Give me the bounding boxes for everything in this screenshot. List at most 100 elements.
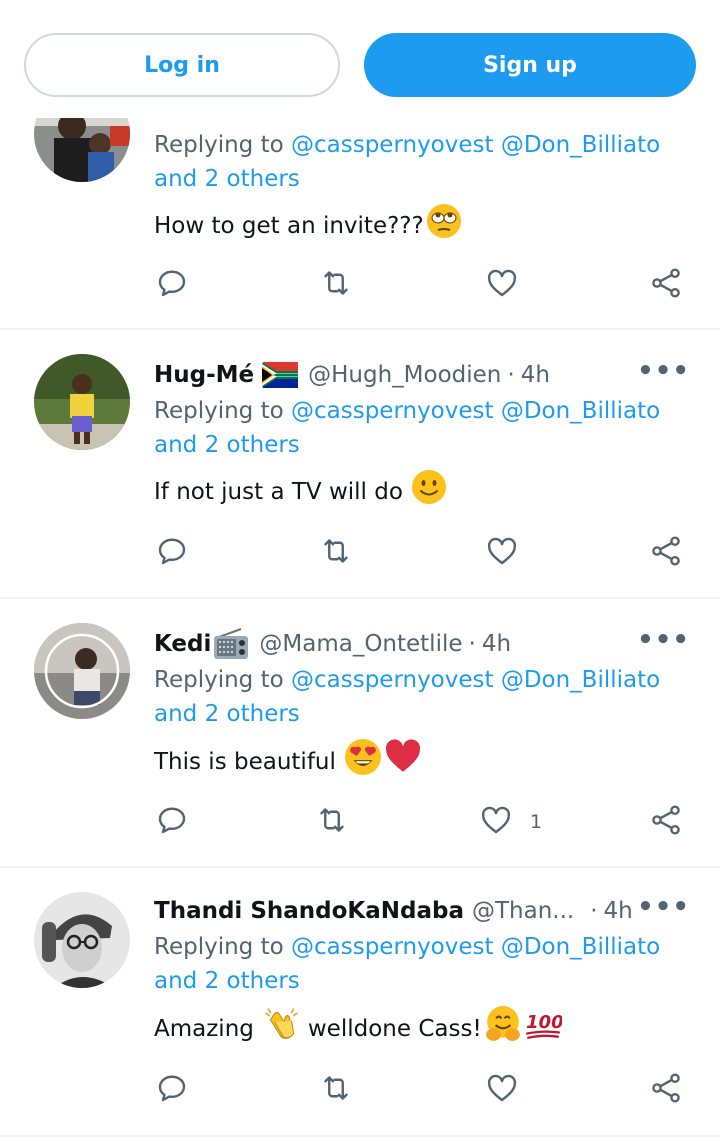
reply-others-link[interactable]: and 2 others bbox=[154, 968, 300, 994]
avatar[interactable] bbox=[34, 354, 130, 450]
reply-context: Replying to @casspernyovest @Don_Billiat… bbox=[154, 663, 690, 731]
share-icon bbox=[648, 265, 684, 305]
reply-users-link[interactable]: @casspernyovest @Don_Billiato bbox=[291, 667, 660, 693]
more-options-icon[interactable]: ••• bbox=[637, 625, 690, 655]
reply-button[interactable] bbox=[154, 533, 190, 573]
tweet-actions bbox=[154, 265, 690, 305]
handle[interactable]: @Mama_Ontetlile bbox=[259, 631, 462, 657]
reply-context: Replying to @casspernyovest @Don_Billiat… bbox=[154, 128, 690, 196]
reply-button[interactable] bbox=[154, 265, 190, 305]
reply-context: Replying to @casspernyovest @Don_Billiat… bbox=[154, 930, 690, 998]
share-icon bbox=[648, 1070, 684, 1110]
share-button[interactable] bbox=[648, 1070, 684, 1110]
more-options-icon[interactable]: ••• bbox=[637, 356, 690, 386]
tweet-text-body: Amazing bbox=[154, 1016, 254, 1042]
reply-prefix: Replying to bbox=[154, 934, 291, 960]
like-button[interactable] bbox=[484, 533, 520, 573]
clapping-hands-icon bbox=[262, 1005, 300, 1053]
separator-dot: · bbox=[590, 898, 598, 924]
like-button[interactable] bbox=[484, 265, 520, 305]
display-name[interactable]: Thandi ShandoKaNdaba bbox=[154, 898, 464, 924]
retweet-icon bbox=[318, 533, 354, 573]
share-icon bbox=[648, 533, 684, 573]
radio-icon bbox=[213, 628, 249, 660]
tweet-text: How to get an invite??? bbox=[154, 203, 690, 249]
hugging-face-icon bbox=[484, 1005, 522, 1053]
retweet-button[interactable] bbox=[318, 1070, 354, 1110]
display-name[interactable]: Kedi bbox=[154, 631, 211, 657]
reply-button[interactable] bbox=[154, 802, 190, 842]
tweet-text-body: How to get an invite??? bbox=[154, 213, 424, 239]
reply-prefix: Replying to bbox=[154, 667, 291, 693]
slightly-smiling-face-icon bbox=[411, 469, 447, 515]
share-button[interactable] bbox=[648, 265, 684, 305]
red-heart-icon bbox=[384, 738, 422, 786]
heart-eyes-face-icon bbox=[344, 738, 382, 786]
tweet[interactable]: Thandi ShandoKaNdaba @Than... · 4h ••• R… bbox=[0, 868, 720, 1136]
divider bbox=[0, 1135, 720, 1137]
timestamp[interactable]: 4h bbox=[604, 898, 633, 924]
reply-others-link[interactable]: and 2 others bbox=[154, 166, 300, 192]
reply-users-link[interactable]: @casspernyovest @Don_Billiato bbox=[291, 398, 660, 424]
tweet-text: Amazing welldone Cass! 100 bbox=[154, 1005, 690, 1053]
reply-others-link[interactable]: and 2 others bbox=[154, 701, 300, 727]
south-africa-flag-icon bbox=[262, 362, 299, 388]
timestamp[interactable]: 4h bbox=[521, 362, 550, 388]
login-button[interactable]: Log in bbox=[24, 33, 340, 97]
reply-prefix: Replying to bbox=[154, 132, 291, 158]
share-icon bbox=[648, 802, 684, 842]
display-name[interactable]: Hug-Mé bbox=[154, 362, 254, 388]
tweet-text-body-continued: welldone Cass! bbox=[307, 1016, 482, 1042]
heart-icon bbox=[484, 1070, 520, 1110]
separator-dot: · bbox=[468, 631, 476, 657]
reply-icon bbox=[154, 1070, 190, 1110]
like-count: 1 bbox=[530, 811, 543, 833]
tweet-actions: 1 bbox=[154, 802, 690, 842]
avatar[interactable] bbox=[34, 892, 130, 988]
timestamp[interactable]: 4h bbox=[482, 631, 511, 657]
tweet-header: Kedi @Mama_Ontetlile · 4h ••• bbox=[154, 625, 690, 663]
handle[interactable]: @Than... bbox=[472, 898, 574, 924]
reply-prefix: Replying to bbox=[154, 398, 291, 424]
retweet-button[interactable] bbox=[318, 265, 354, 305]
tweet-text: If not just a TV will do bbox=[154, 469, 690, 515]
face-with-rolling-eyes-icon bbox=[426, 203, 462, 249]
hundred-points-icon: 100 bbox=[524, 1005, 563, 1053]
retweet-icon bbox=[318, 265, 354, 305]
reply-users-link[interactable]: @casspernyovest @Don_Billiato bbox=[291, 132, 660, 158]
tweet-text: This is beautiful bbox=[154, 738, 690, 786]
heart-icon bbox=[478, 802, 514, 842]
tweet-text-body: If not just a TV will do bbox=[154, 479, 403, 505]
reply-context: Replying to @casspernyovest @Don_Billiat… bbox=[154, 394, 690, 462]
like-button[interactable] bbox=[484, 1070, 520, 1110]
reply-icon bbox=[154, 265, 190, 305]
retweet-icon bbox=[314, 802, 350, 842]
reply-users-link[interactable]: @casspernyovest @Don_Billiato bbox=[291, 934, 660, 960]
tweet-header: Hug-Mé @Hugh_Moodien · 4h ••• bbox=[154, 356, 690, 394]
tweet[interactable]: Kedi @Mama_Ontetlile · 4h ••• Replying t… bbox=[0, 599, 720, 867]
heart-icon bbox=[484, 265, 520, 305]
more-options-icon[interactable]: ••• bbox=[637, 892, 690, 922]
auth-bar: Log in Sign up bbox=[0, 0, 720, 118]
reply-button[interactable] bbox=[154, 1070, 190, 1110]
tweet-header: Thandi ShandoKaNdaba @Than... · 4h ••• bbox=[154, 892, 690, 930]
reply-icon bbox=[154, 533, 190, 573]
tweet-text-body: This is beautiful bbox=[154, 749, 336, 775]
share-button[interactable] bbox=[648, 802, 684, 842]
tweet-actions bbox=[154, 1070, 690, 1110]
reply-icon bbox=[154, 802, 190, 842]
tweet[interactable]: Hug-Mé @Hugh_Moodien · 4h ••• Replying t… bbox=[0, 330, 720, 598]
tweet-actions bbox=[154, 533, 690, 573]
avatar[interactable] bbox=[34, 623, 130, 719]
heart-icon bbox=[484, 533, 520, 573]
like-button[interactable]: 1 bbox=[478, 802, 542, 842]
retweet-button[interactable] bbox=[314, 802, 350, 842]
reply-others-link[interactable]: and 2 others bbox=[154, 432, 300, 458]
retweet-icon bbox=[318, 1070, 354, 1110]
signup-button[interactable]: Sign up bbox=[364, 33, 696, 97]
separator-dot: · bbox=[507, 362, 515, 388]
svg-text:100: 100 bbox=[526, 1012, 562, 1033]
handle[interactable]: @Hugh_Moodien bbox=[308, 362, 501, 388]
retweet-button[interactable] bbox=[318, 533, 354, 573]
share-button[interactable] bbox=[648, 533, 684, 573]
